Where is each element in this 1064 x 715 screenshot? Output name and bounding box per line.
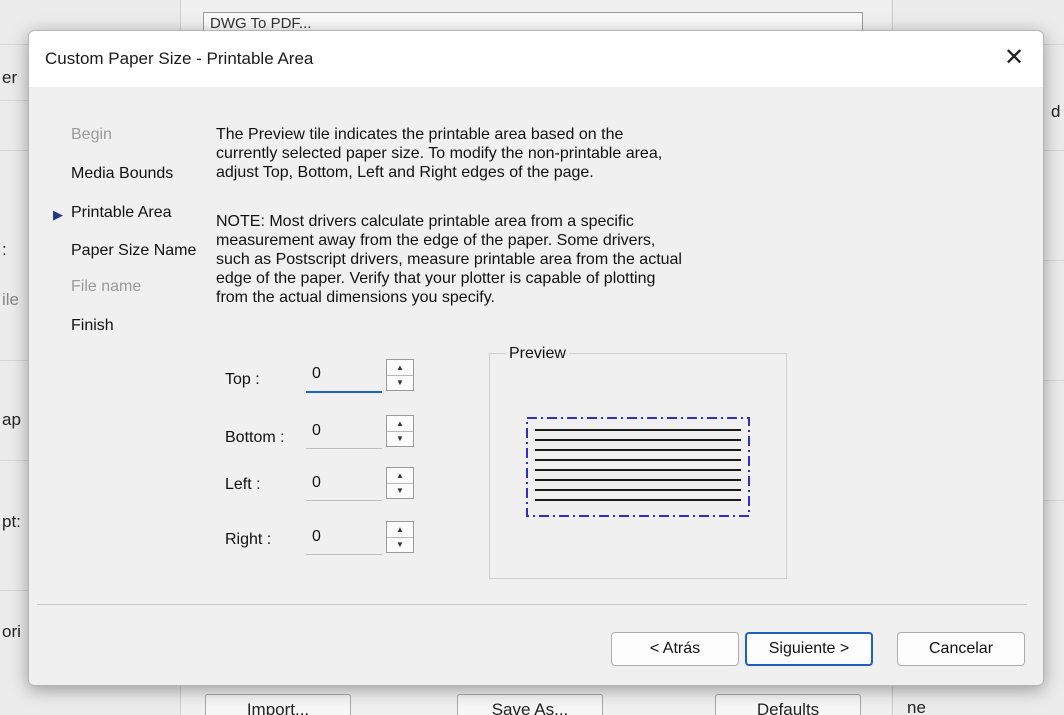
description-line: currently selected paper size. To modify… [216, 145, 663, 162]
bg-label: ne [907, 698, 926, 715]
bottom-spin-buttons: ▲ ▼ [386, 415, 414, 447]
dialog-separator [37, 604, 1027, 605]
left-stepper: ▲ ▼ [306, 465, 414, 501]
spin-up-icon[interactable]: ▲ [387, 360, 413, 376]
spin-down-icon[interactable]: ▼ [387, 431, 413, 446]
top-stepper: ▲ ▼ [306, 357, 414, 393]
bottom-input[interactable] [306, 413, 382, 449]
preview-label: Preview [506, 345, 569, 363]
bg-save-as-button[interactable]: Save As... [457, 694, 603, 715]
step-paper-size-name: Paper Size Name [71, 242, 197, 259]
bg-label: ile [2, 290, 20, 309]
current-step-arrow-icon: ▶ [53, 207, 63, 222]
back-button[interactable]: < Atrás [611, 632, 739, 666]
left-spin-buttons: ▲ ▼ [386, 467, 414, 499]
spin-up-icon[interactable]: ▲ [387, 468, 413, 484]
bg-label: d [1051, 102, 1061, 121]
top-spin-buttons: ▲ ▼ [386, 359, 414, 391]
step-finish: Finish [71, 317, 114, 334]
bg-label: ap [2, 410, 21, 429]
right-input[interactable] [306, 519, 382, 555]
spin-up-icon[interactable]: ▲ [387, 522, 413, 538]
description-line: NOTE: Most drivers calculate printable a… [216, 213, 634, 230]
bottom-label: Bottom : [225, 429, 285, 446]
custom-paper-size-dialog: Custom Paper Size - Printable Area ✕ Beg… [28, 30, 1044, 686]
left-input[interactable] [306, 465, 382, 501]
spin-up-icon[interactable]: ▲ [387, 416, 413, 432]
bg-label: : [2, 240, 7, 259]
right-label: Right : [225, 531, 272, 548]
bg-label: pt: [2, 512, 21, 531]
description-line: adjust Top, Bottom, Left and Right edges… [216, 164, 594, 181]
top-label: Top : [225, 371, 260, 388]
description-line: The Preview tile indicates the printable… [216, 126, 624, 143]
dialog-title: Custom Paper Size - Printable Area [45, 49, 314, 68]
bottom-stepper: ▲ ▼ [306, 413, 414, 449]
left-label: Left : [225, 476, 261, 493]
bg-import-button[interactable]: Import... [205, 694, 351, 715]
description-line: edge of the paper. Verify that your plot… [216, 270, 656, 287]
preview-group: Preview [489, 345, 787, 579]
step-media-bounds: Media Bounds [71, 165, 174, 182]
preview-text-lines [535, 429, 741, 501]
step-printable-area: Printable Area [71, 204, 172, 221]
right-stepper: ▲ ▼ [306, 519, 414, 555]
description-paragraph: The Preview tile indicates the printable… [216, 125, 796, 182]
note-paragraph: NOTE: Most drivers calculate printable a… [216, 212, 796, 307]
bg-label: ori [2, 622, 21, 641]
description-line: such as Postscript drivers, measure prin… [216, 251, 682, 268]
right-spin-buttons: ▲ ▼ [386, 521, 414, 553]
description-line: measurement away from the edge of the pa… [216, 232, 656, 249]
bg-defaults-button[interactable]: Defaults [715, 694, 861, 715]
cancel-button[interactable]: Cancelar [897, 632, 1025, 666]
top-input[interactable] [306, 357, 382, 393]
bg-label: er [2, 68, 18, 87]
step-begin: Begin [71, 126, 112, 143]
printable-area-preview [526, 417, 750, 517]
printable-area-border [526, 417, 750, 517]
description-line: from the actual dimensions you specify. [216, 289, 495, 306]
close-icon[interactable]: ✕ [999, 43, 1029, 73]
spin-down-icon[interactable]: ▼ [387, 375, 413, 390]
dialog-titlebar: Custom Paper Size - Printable Area ✕ [29, 31, 1043, 87]
next-button[interactable]: Siguiente > [745, 632, 873, 666]
spin-down-icon[interactable]: ▼ [387, 537, 413, 552]
spin-down-icon[interactable]: ▼ [387, 483, 413, 498]
step-file-name: File name [71, 278, 142, 295]
